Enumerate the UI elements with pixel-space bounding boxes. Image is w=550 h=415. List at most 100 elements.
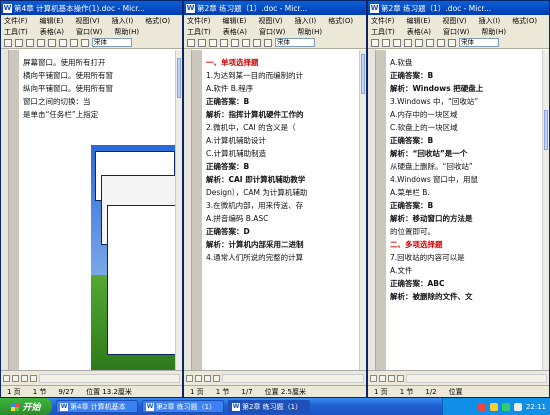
outline-view-icon[interactable] xyxy=(213,374,220,382)
normal-view-icon[interactable] xyxy=(186,374,193,382)
menu-item[interactable]: 表格(A) xyxy=(407,27,431,37)
horizontal-scrollbar[interactable] xyxy=(222,373,364,383)
tray-network-icon[interactable] xyxy=(489,402,498,411)
undo-icon[interactable] xyxy=(448,38,456,47)
font-select[interactable]: 宋体 xyxy=(92,38,132,47)
menu-item[interactable]: 格式(O) xyxy=(145,16,170,26)
document-page[interactable]: 一、单项选择题 1.为达到某一目的而编制的计 A.软件 B.程序 正确答案：B 解析：指… xyxy=(202,50,359,370)
menu-item[interactable]: 视图(V) xyxy=(258,16,282,26)
menu-item[interactable]: 视图(V) xyxy=(442,16,466,26)
cut-icon[interactable] xyxy=(231,38,239,47)
menu-item[interactable]: 窗口(W) xyxy=(443,27,469,37)
scroll-thumb[interactable] xyxy=(177,58,181,98)
word-window-3[interactable]: W 第2章 练习题（1）.doc - Micr... 文件(F) 编辑(E) 视图(V)… xyxy=(367,0,550,398)
title-bar[interactable]: W 第2章 练习题（1）.doc - Micr... xyxy=(184,1,366,15)
menu-item[interactable]: 帮助(H) xyxy=(481,27,506,37)
start-button[interactable]: 开始 xyxy=(0,398,52,415)
font-select[interactable]: 宋体 xyxy=(275,38,315,47)
title-bar[interactable]: W 第2章 练习题（1）.doc - Micr... xyxy=(368,1,549,15)
menu-item[interactable]: 格式(O) xyxy=(328,16,353,26)
window-title: 第4章 计算机基本操作(1).doc - Micr... xyxy=(14,3,145,13)
cut-icon[interactable] xyxy=(415,38,423,47)
print-icon[interactable] xyxy=(404,38,412,47)
paste-icon[interactable] xyxy=(253,38,261,47)
menu-item[interactable]: 编辑(E) xyxy=(223,16,247,26)
print-view-icon[interactable] xyxy=(388,374,395,382)
word-window-2[interactable]: W 第2章 练习题（1）.doc - Micr... 文件(F) 编辑(E) 视图(V)… xyxy=(183,0,367,398)
menu-item[interactable]: 表格(A) xyxy=(223,27,247,37)
paste-icon[interactable] xyxy=(70,38,78,47)
outline-view-icon[interactable] xyxy=(30,374,37,382)
new-icon[interactable] xyxy=(371,38,379,47)
web-view-icon[interactable] xyxy=(379,374,386,382)
menu-item[interactable]: 工具(T) xyxy=(187,27,211,37)
menu-item[interactable]: 格式(O) xyxy=(512,16,537,26)
open-icon[interactable] xyxy=(198,38,206,47)
menu-item[interactable]: 插入(I) xyxy=(112,16,134,26)
undo-icon[interactable] xyxy=(264,38,272,47)
save-icon[interactable] xyxy=(209,38,217,47)
normal-view-icon[interactable] xyxy=(370,374,377,382)
vertical-scrollbar[interactable] xyxy=(542,50,549,370)
word-window-1[interactable]: W 第4章 计算机基本操作(1).doc - Micr... 文件(F) 编辑(E) 视… xyxy=(0,0,183,398)
web-view-icon[interactable] xyxy=(12,374,19,382)
menu-item[interactable]: 文件(F) xyxy=(371,16,395,26)
font-select[interactable]: 宋体 xyxy=(459,38,499,47)
open-icon[interactable] xyxy=(382,38,390,47)
print-icon[interactable] xyxy=(220,38,228,47)
open-icon[interactable] xyxy=(15,38,23,47)
status-page: 1 页 xyxy=(190,387,204,396)
menu-item[interactable]: 表格(A) xyxy=(40,27,64,37)
menu-item[interactable]: 文件(F) xyxy=(4,16,28,26)
scroll-thumb[interactable] xyxy=(361,54,365,94)
taskbar-button-1[interactable]: W 第4章 计算机基本 xyxy=(56,400,138,413)
menu-item[interactable]: 插入(I) xyxy=(479,16,501,26)
print-view-icon[interactable] xyxy=(204,374,211,382)
new-icon[interactable] xyxy=(4,38,12,47)
undo-icon[interactable] xyxy=(81,38,89,47)
vertical-scrollbar[interactable] xyxy=(175,50,182,370)
copy-icon[interactable] xyxy=(242,38,250,47)
menu-item[interactable]: 视图(V) xyxy=(75,16,99,26)
cut-icon[interactable] xyxy=(48,38,56,47)
menu-item[interactable]: 工具(T) xyxy=(4,27,28,37)
horizontal-scrollbar[interactable] xyxy=(406,373,547,383)
menu-item[interactable]: 插入(I) xyxy=(295,16,317,26)
doc-line: A.菜单栏 B. xyxy=(390,188,430,197)
menu-item[interactable]: 文件(F) xyxy=(187,16,211,26)
menu-item[interactable]: 窗口(W) xyxy=(259,27,285,37)
menu-item[interactable]: 工具(T) xyxy=(371,27,395,37)
paste-icon[interactable] xyxy=(437,38,445,47)
document-page[interactable]: A.软盘 正确答案：B 解析：Windows 把硬盘上 3.Windows 中，“回收… xyxy=(386,50,542,370)
document-area[interactable]: 屏幕窗口。使用所有打开 横向平铺窗口。使用所有窗 纵向平铺窗口。使用所有窗 窗口之间… xyxy=(9,50,175,370)
outline-view-icon[interactable] xyxy=(397,374,404,382)
doc-line: 解析：指挥计算机硬件工作的 xyxy=(206,110,304,119)
tray-ime-icon[interactable] xyxy=(513,402,522,411)
normal-view-icon[interactable] xyxy=(3,374,10,382)
tray-antivirus-icon[interactable] xyxy=(477,402,486,411)
horizontal-scrollbar[interactable] xyxy=(39,373,180,383)
save-icon[interactable] xyxy=(393,38,401,47)
menu-item[interactable]: 窗口(W) xyxy=(76,27,102,37)
vertical-scrollbar[interactable] xyxy=(359,50,366,370)
tray-volume-icon[interactable] xyxy=(501,402,510,411)
save-icon[interactable] xyxy=(26,38,34,47)
menu-item[interactable]: 编辑(E) xyxy=(407,16,431,26)
menu-item[interactable]: 帮助(H) xyxy=(114,27,139,37)
copy-icon[interactable] xyxy=(59,38,67,47)
print-icon[interactable] xyxy=(37,38,45,47)
document-area[interactable]: 一、单项选择题 1.为达到某一目的而编制的计 A.软件 B.程序 正确答案：B 解析：指… xyxy=(192,50,359,370)
taskbar-button-3[interactable]: W 第2章 练习题（1） xyxy=(228,400,310,413)
print-view-icon[interactable] xyxy=(21,374,28,382)
document-area[interactable]: A.软盘 正确答案：B 解析：Windows 把硬盘上 3.Windows 中，“回收… xyxy=(376,50,542,370)
web-view-icon[interactable] xyxy=(195,374,202,382)
title-bar[interactable]: W 第4章 计算机基本操作(1).doc - Micr... xyxy=(1,1,182,15)
menu-item[interactable]: 帮助(H) xyxy=(297,27,322,37)
new-icon[interactable] xyxy=(187,38,195,47)
window-title: 第2章 练习题（1）.doc - Micr... xyxy=(381,3,491,13)
taskbar-button-2[interactable]: W 第2章 练习题（1） xyxy=(142,400,224,413)
copy-icon[interactable] xyxy=(426,38,434,47)
menu-bar-row-2: 工具(T) 表格(A) 窗口(W) 帮助(H) xyxy=(1,26,182,37)
scroll-thumb[interactable] xyxy=(544,110,548,150)
menu-item[interactable]: 编辑(E) xyxy=(40,16,64,26)
